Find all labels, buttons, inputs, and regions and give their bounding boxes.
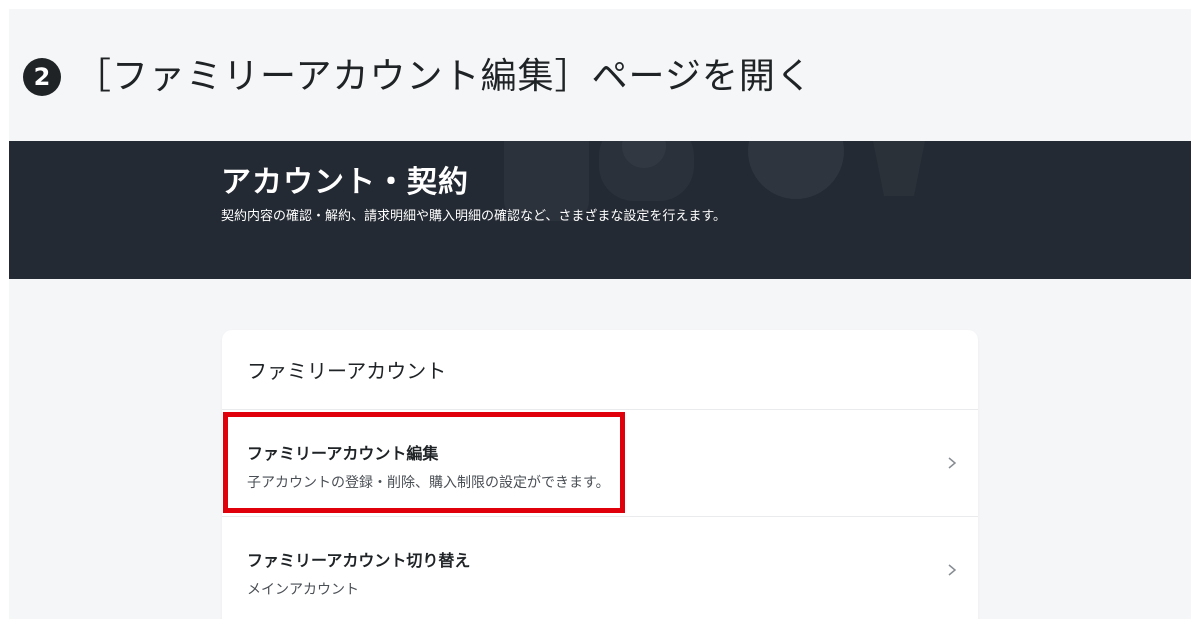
hero-description: 契約内容の確認・解約、請求明細や購入明細の確認など、さまざまな設定を行えます。 <box>221 209 727 224</box>
step-heading: 2 ［ファミリーアカウント編集］ページを開く <box>23 49 813 105</box>
card-header: ファミリーアカウント <box>222 330 978 410</box>
hero-title: アカウント・契約 <box>221 165 469 200</box>
item-subtitle: 子アカウントの登録・削除、購入制限の設定ができます。 <box>247 475 610 491</box>
family-account-switch-item[interactable]: ファミリーアカウント切り替え メインアカウント <box>222 517 978 619</box>
item-title: ファミリーアカウント編集 <box>247 444 439 463</box>
item-subtitle: メインアカウント <box>247 582 359 598</box>
screenshot-frame: 2 ［ファミリーアカウント編集］ページを開く アカウント・契約 契約内容の確認・… <box>9 9 1191 619</box>
account-hero-banner: アカウント・契約 契約内容の確認・解約、請求明細や購入明細の確認など、さまざまな… <box>9 141 1191 279</box>
family-account-edit-item[interactable]: ファミリーアカウント編集 子アカウントの登録・削除、購入制限の設定ができます。 <box>222 410 978 517</box>
chevron-right-icon <box>948 564 957 576</box>
chevron-right-icon <box>948 457 957 469</box>
step-instruction-text: ［ファミリーアカウント編集］ページを開く <box>75 56 813 97</box>
item-title: ファミリーアカウント切り替え <box>247 551 471 570</box>
step-number-badge: 2 <box>23 58 61 96</box>
family-account-card: ファミリーアカウント ファミリーアカウント編集 子アカウントの登録・削除、購入制… <box>222 330 978 619</box>
